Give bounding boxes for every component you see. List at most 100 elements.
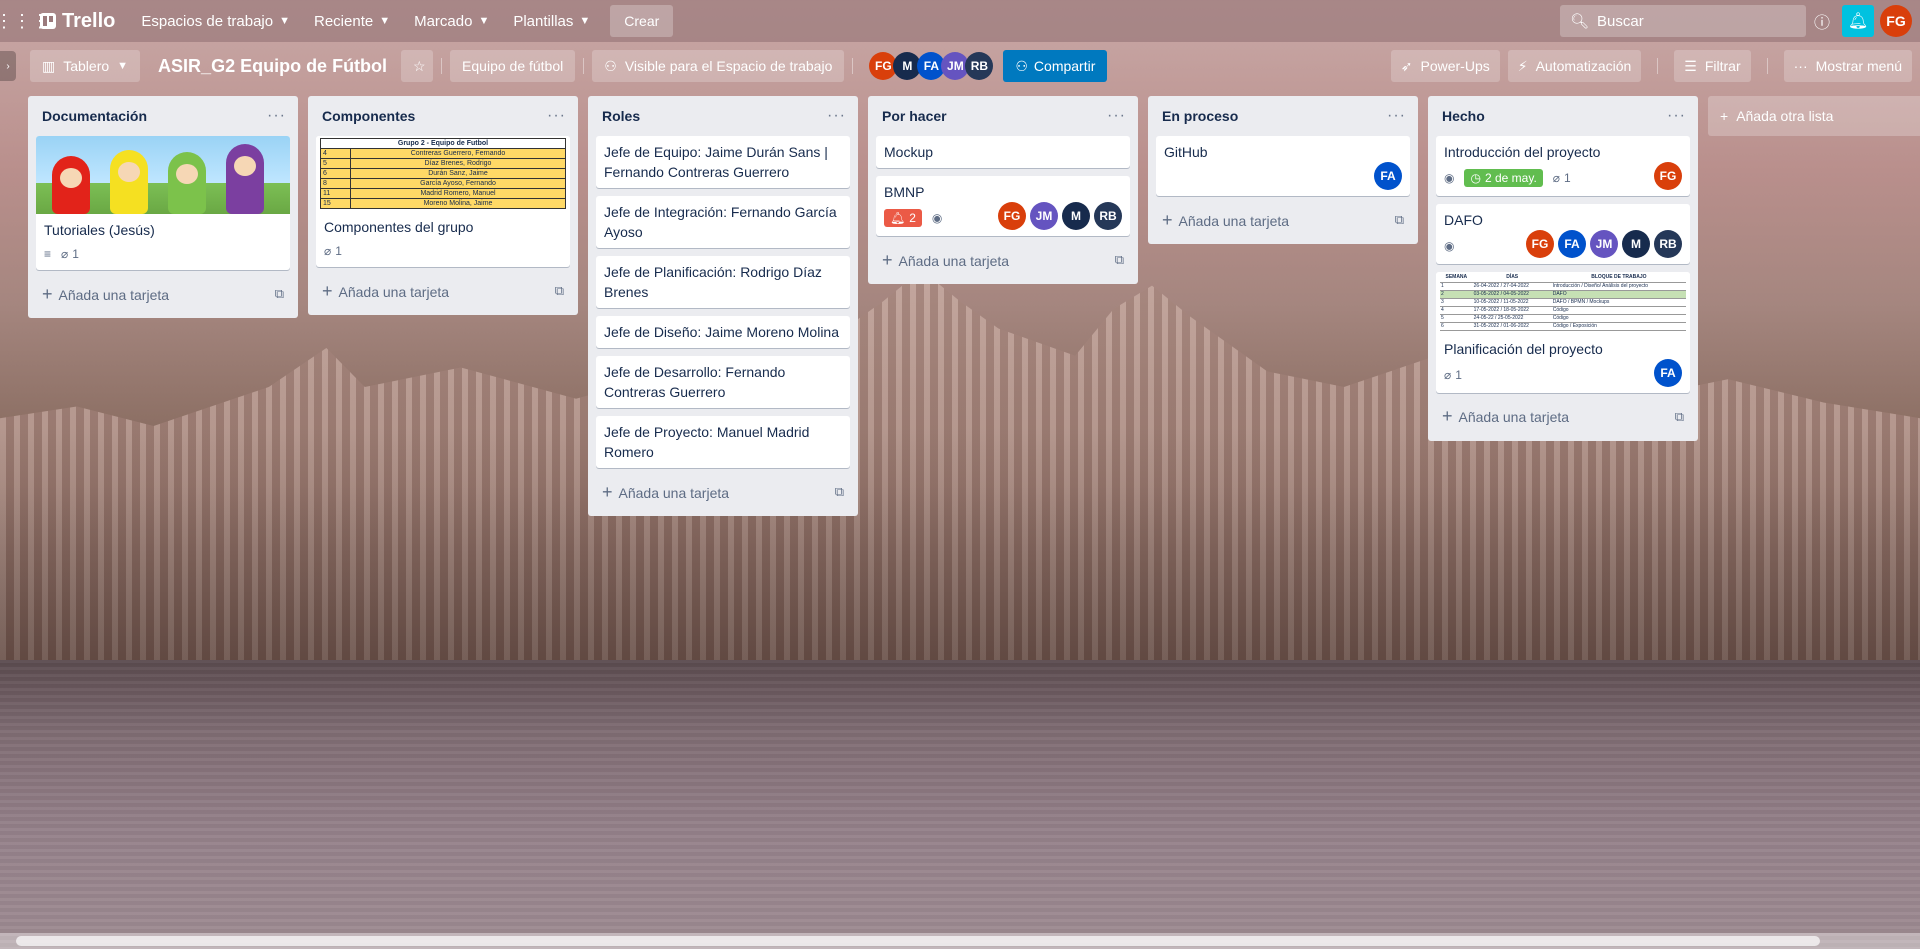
add-card-button[interactable]: + Añada una tarjeta ⧉ <box>36 278 290 310</box>
list-title[interactable]: Roles <box>602 108 640 124</box>
list-menu-icon[interactable]: ··· <box>547 107 566 125</box>
nav-label: Plantillas <box>513 12 574 30</box>
list-header[interactable]: Documentación ··· <box>36 96 290 136</box>
list-header[interactable]: En proceso ··· <box>1156 96 1410 136</box>
member-avatar[interactable]: M <box>1062 202 1090 230</box>
member-avatar[interactable]: JM <box>1590 230 1618 258</box>
card[interactable]: Jefe de Integración: Fernando García Ayo… <box>596 196 850 248</box>
card[interactable]: Jefe de Desarrollo: Fernando Contreras G… <box>596 356 850 408</box>
view-switcher[interactable]: ▥ Tablero ▼ <box>30 50 141 82</box>
powerups-button[interactable]: ➶ Power-Ups <box>1390 50 1500 82</box>
add-card-button[interactable]: + Añada una tarjeta ⧉ <box>876 244 1130 276</box>
list-title[interactable]: En proceso <box>1162 108 1238 124</box>
workspace-button[interactable]: Equipo de fútbol <box>450 50 576 82</box>
list-documentacion: Documentación ··· Tutoriales (Jesús) ≡ ⌀… <box>28 96 298 318</box>
template-icon[interactable]: ⧉ <box>835 484 844 500</box>
member-avatar[interactable]: FG <box>998 202 1026 230</box>
card[interactable]: GitHub FA <box>1156 136 1410 196</box>
list-menu-icon[interactable]: ··· <box>827 107 846 125</box>
list-title[interactable]: Documentación <box>42 108 147 124</box>
list-header[interactable]: Por hacer ··· <box>876 96 1130 136</box>
paperclip-icon: ⌀ <box>1444 367 1452 382</box>
list-menu-icon[interactable]: ··· <box>1667 107 1686 125</box>
template-icon[interactable]: ⧉ <box>1675 409 1684 425</box>
member-avatar[interactable]: RB <box>1094 202 1122 230</box>
card[interactable]: Jefe de Planificación: Rodrigo Díaz Bren… <box>596 256 850 308</box>
sidebar-expand-icon[interactable]: › <box>0 51 16 81</box>
list-title[interactable]: Hecho <box>1442 108 1485 124</box>
list-header[interactable]: Roles ··· <box>596 96 850 136</box>
card[interactable]: Tutoriales (Jesús) ≡ ⌀ 1 <box>36 136 290 270</box>
nav-templates[interactable]: Plantillas ▼ <box>501 5 602 37</box>
card-cover-image: SEMANA DÍAS BLOQUE DE TRABAJO 1 26-04-2022 … <box>1436 272 1690 333</box>
bell-icon[interactable]: 🔔︎ <box>1842 5 1874 37</box>
search-input[interactable]: 🔍︎ Buscar <box>1560 5 1806 37</box>
search-placeholder: Buscar <box>1597 12 1644 30</box>
attachment-badge: ⌀ 1 <box>61 247 79 261</box>
show-menu-button[interactable]: ··· Mostrar menú <box>1783 50 1912 82</box>
add-card-button[interactable]: + Añada una tarjeta ⧉ <box>1156 204 1410 236</box>
card-badges: ⌀ 1 <box>324 241 562 261</box>
teletubby-figure <box>52 156 90 214</box>
card[interactable]: Jefe de Proyecto: Manuel Madrid Romero <box>596 416 850 468</box>
template-icon[interactable]: ⧉ <box>1115 252 1124 268</box>
card[interactable]: Introducción del proyecto ◉ ◷ 2 de may. ⌀… <box>1436 136 1690 196</box>
card[interactable]: DAFO ◉ FG FA JM M RB <box>1436 204 1690 264</box>
visibility-button[interactable]: ⚇ Visible para el Espacio de trabajo <box>592 50 845 82</box>
sheet-cell: 5 <box>320 158 351 169</box>
card-title: GitHub <box>1164 144 1208 160</box>
nav-recent[interactable]: Reciente ▼ <box>302 5 402 37</box>
card[interactable]: Grupo 2 - Equipo de Futbol 4 Contreras Gu… <box>316 136 570 267</box>
template-icon[interactable]: ⧉ <box>1395 212 1404 228</box>
automation-button[interactable]: ⚡︎ Automatización <box>1507 50 1642 82</box>
horizontal-scrollbar[interactable] <box>0 933 1920 949</box>
info-icon[interactable]: ⓘ <box>1806 5 1838 37</box>
card[interactable]: Jefe de Diseño: Jaime Moreno Molina <box>596 316 850 348</box>
member-avatar[interactable]: RB <box>1654 230 1682 258</box>
add-card-button[interactable]: + Añada una tarjeta ⧉ <box>596 476 850 508</box>
card[interactable]: Mockup <box>876 136 1130 168</box>
add-card-button[interactable]: + Añada una tarjeta ⧉ <box>1436 401 1690 433</box>
list-title[interactable]: Por hacer <box>882 108 947 124</box>
nav-starred[interactable]: Marcado ▼ <box>402 5 501 37</box>
member-avatar[interactable]: FG <box>1654 162 1682 190</box>
filter-button[interactable]: ☰ Filtrar <box>1674 50 1751 82</box>
nav-workspaces[interactable]: Espacios de trabajo ▼ <box>129 5 302 37</box>
sheet-cell: DAFO / BPMN / Mockups <box>1551 298 1686 307</box>
list-header[interactable]: Componentes ··· <box>316 96 570 136</box>
member-avatar[interactable]: JM <box>1030 202 1058 230</box>
star-icon[interactable]: ☆ <box>401 50 434 82</box>
user-avatar[interactable]: FG <box>1880 5 1912 37</box>
apps-grid-icon[interactable]: ⋮⋮⋮ <box>0 5 49 37</box>
plus-icon: + <box>1720 108 1729 124</box>
add-card-button[interactable]: + Añada una tarjeta ⧉ <box>316 275 570 307</box>
board-title[interactable]: ASIR_G2 Equipo de Fútbol <box>158 56 387 77</box>
card-title: Introducción del proyecto <box>1444 144 1601 160</box>
planning-sheet: SEMANA DÍAS BLOQUE DE TRABAJO 1 26-04-2022 … <box>1440 274 1686 331</box>
add-list-button[interactable]: + Añada otra lista <box>1708 96 1920 136</box>
scrollbar-thumb[interactable] <box>16 936 1820 946</box>
card[interactable]: SEMANA DÍAS BLOQUE DE TRABAJO 1 26-04-2022 … <box>1436 272 1690 393</box>
trello-logo-icon <box>40 13 56 29</box>
member-avatar[interactable]: FG <box>1526 230 1554 258</box>
card-title: Jefe de Proyecto: Manuel Madrid Romero <box>604 424 810 460</box>
card[interactable]: BMNP 🔔︎ 2 ◉ FG JM M RB <box>876 176 1130 236</box>
create-button[interactable]: Crear <box>610 5 674 37</box>
template-icon[interactable]: ⧉ <box>275 286 284 302</box>
list-menu-icon[interactable]: ··· <box>1107 107 1126 125</box>
member-avatar[interactable]: FA <box>1374 162 1402 190</box>
member-avatar[interactable]: RB <box>965 52 994 80</box>
list-title[interactable]: Componentes <box>322 108 415 124</box>
list-header[interactable]: Hecho ··· <box>1436 96 1690 136</box>
member-avatar[interactable]: FA <box>1654 358 1682 387</box>
due-date-badge[interactable]: ◷ 2 de may. <box>1464 169 1543 187</box>
template-icon[interactable]: ⧉ <box>555 283 564 299</box>
card[interactable]: Jefe de Equipo: Jaime Durán Sans | Ferna… <box>596 136 850 188</box>
share-button[interactable]: ⚇ Compartir <box>1003 50 1108 82</box>
list-menu-icon[interactable]: ··· <box>267 107 286 125</box>
member-avatar[interactable]: FA <box>1558 230 1586 258</box>
member-avatar[interactable]: M <box>1622 230 1650 258</box>
rocket-icon: ➶ <box>1400 57 1413 74</box>
trello-logo[interactable]: Trello <box>40 10 115 33</box>
list-menu-icon[interactable]: ··· <box>1387 107 1406 125</box>
